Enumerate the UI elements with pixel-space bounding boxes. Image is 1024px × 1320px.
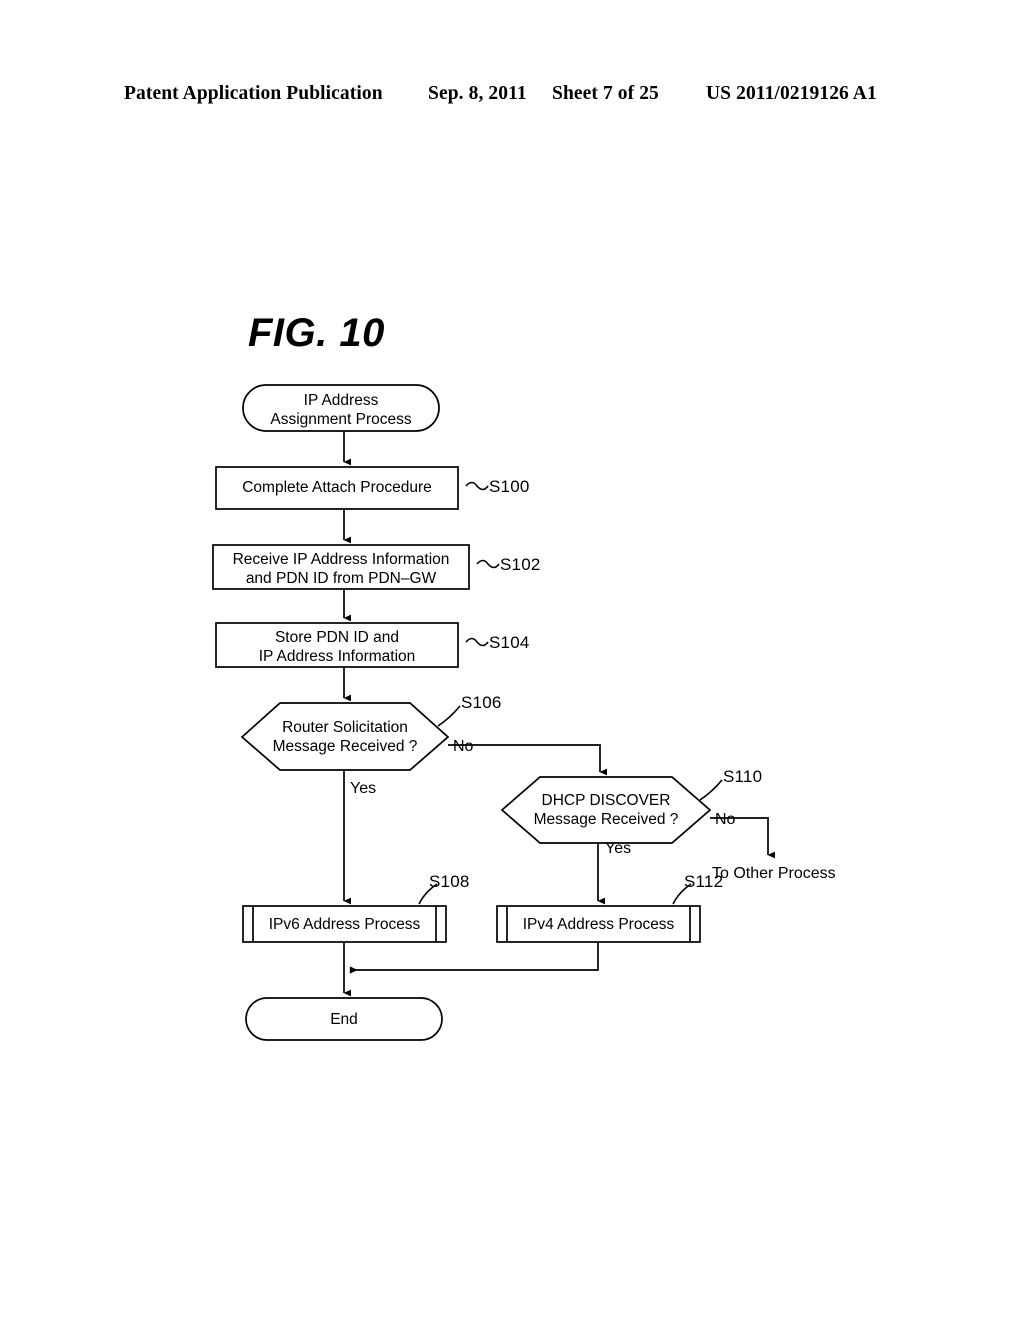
s102-label-line1: Receive IP Address Information: [232, 551, 450, 568]
s110-hexagon-label: DHCP DISCOVER Message Received ?: [502, 791, 710, 829]
s110-label-line2: Message Received ?: [533, 811, 679, 828]
s104-step-tag: S104: [489, 633, 530, 652]
end-label-text: End: [330, 1011, 358, 1028]
s110-label-line1: DHCP DISCOVER: [541, 792, 671, 809]
to-other-process-line2: Process: [777, 865, 836, 882]
s104-box-label: Store PDN ID and IP Address Information: [216, 628, 458, 666]
s110-no-branch-label: No: [715, 811, 736, 828]
s106-no-branch-label: No: [453, 738, 474, 755]
s104-label-line1: Store PDN ID and: [274, 629, 400, 646]
flowchart-vector-layer: [212, 384, 775, 1041]
s106-step-tag: S106: [461, 693, 502, 712]
start-terminator-label: IP Address Assignment Process: [243, 391, 439, 429]
s106-label-line1: Router Solicitation: [282, 719, 408, 736]
s102-step-tag: S102: [500, 555, 541, 574]
s100-box-label: Complete Attach Procedure: [216, 478, 458, 497]
s102-label-line2: and PDN ID from PDN–GW: [245, 570, 437, 587]
s106-yes-branch-label: Yes: [350, 780, 377, 797]
s108-step-tag: S108: [429, 872, 470, 891]
s102-box-label: Receive IP Address Information and PDN I…: [213, 550, 469, 588]
s112-box-label: IPv4 Address Process: [507, 915, 690, 934]
s110-yes-branch-label: Yes: [605, 840, 632, 857]
s112-step-tag: S112: [684, 872, 724, 891]
s106-hexagon-label: Router Solicitation Message Received ?: [242, 718, 448, 756]
s108-label-text: IPv6 Address Process: [268, 916, 421, 933]
s100-step-tag: S100: [489, 477, 530, 496]
connector-s112-merge-to-spine: [349, 942, 599, 974]
s104-label-line2: IP Address Information: [258, 648, 416, 665]
s108-box-label: IPv6 Address Process: [253, 915, 436, 934]
leader-s100: [465, 481, 489, 491]
start-label-line1: IP Address: [303, 392, 379, 409]
start-label-line2: Assignment Process: [270, 411, 412, 428]
s110-step-tag: S110: [723, 767, 763, 786]
flowchart-diagram: IP Address Assignment Process Complete A…: [0, 0, 1024, 1320]
s106-label-line2: Message Received ?: [272, 738, 418, 755]
s112-label-text: IPv4 Address Process: [522, 916, 675, 933]
s100-label-line1: Complete Attach Procedure: [242, 479, 432, 496]
leader-s102: [476, 559, 500, 569]
leader-s104: [465, 637, 489, 647]
to-other-process-note: To Other Process: [712, 864, 836, 884]
end-terminator-label: End: [246, 1010, 442, 1029]
